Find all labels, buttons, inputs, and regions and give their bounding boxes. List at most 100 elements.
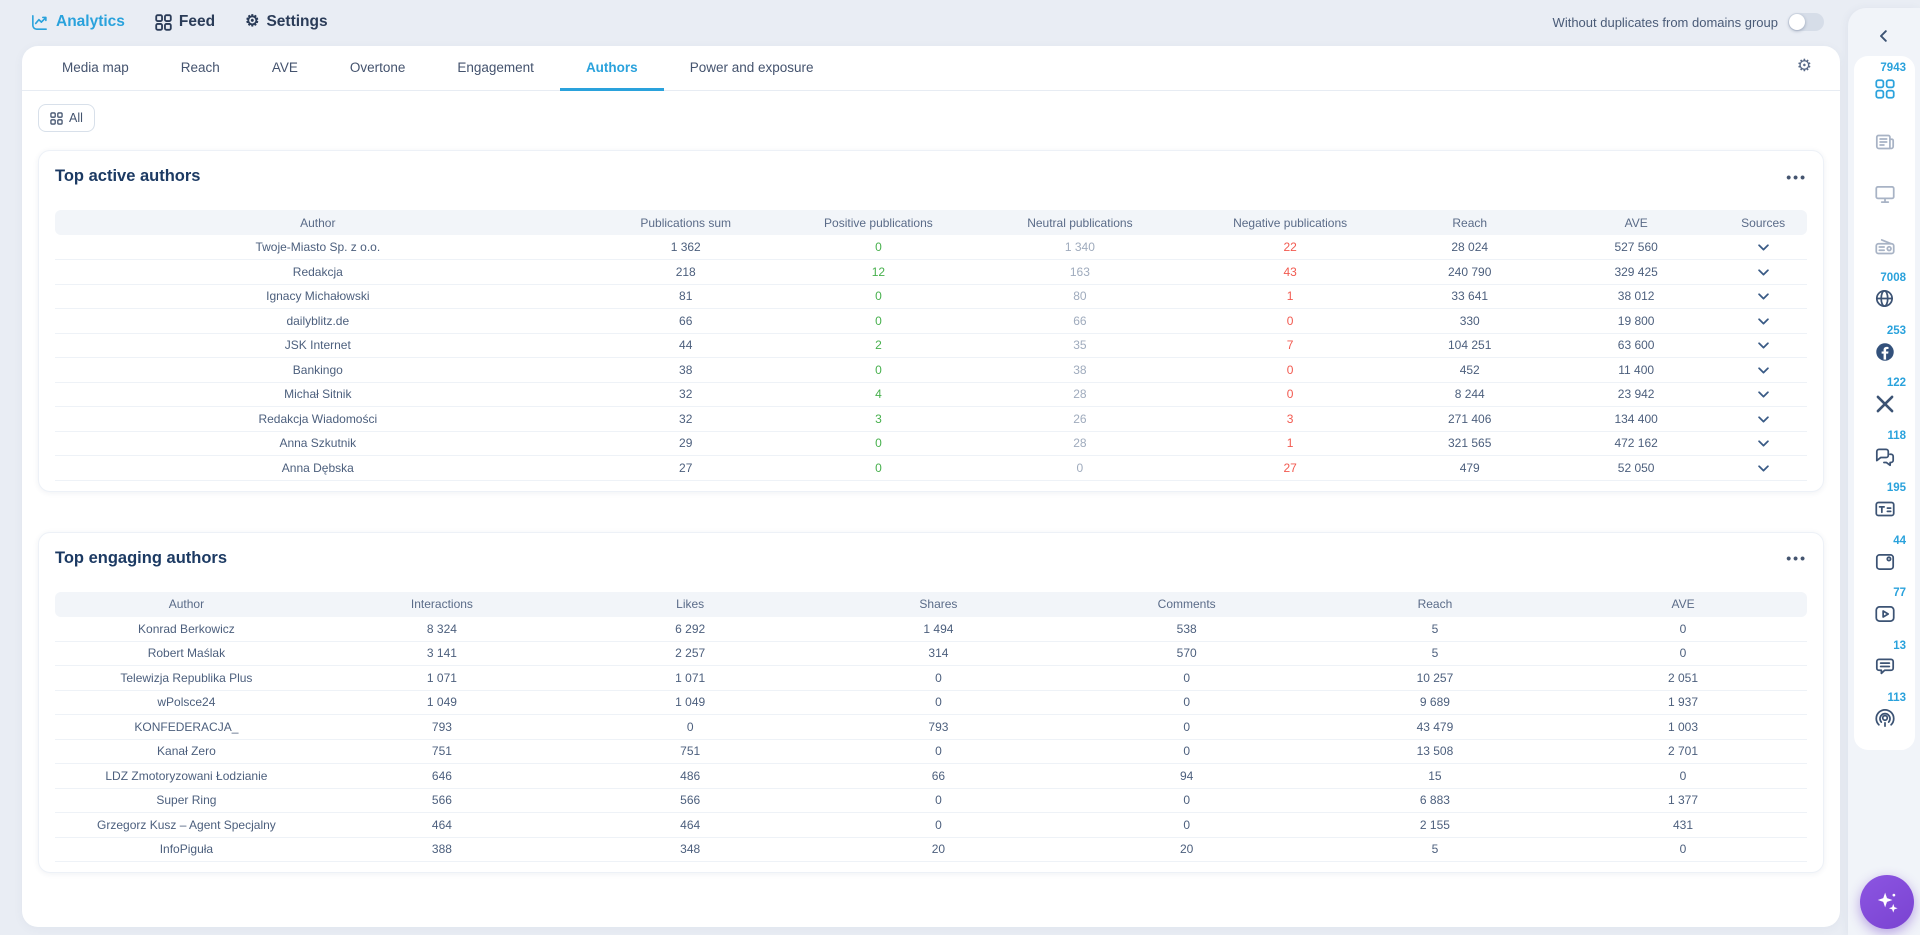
author-cell: Ignacy Michałowski [55,284,581,309]
value-cell: 0 [1062,788,1311,813]
report-settings-icon[interactable]: ⚙ [1797,56,1812,76]
sparkles-icon [1877,892,1898,913]
filter-all-label: All [69,111,83,125]
sources-expand-button[interactable] [1719,259,1807,285]
value-cell: 0 [566,714,815,740]
chevron-left-icon [1880,30,1887,42]
sources-expand-button[interactable] [1719,235,1807,260]
nav-item-feed[interactable]: Feed [155,13,215,31]
value-cell: 472 162 [1552,431,1720,456]
table-row: Ignacy Michałowski 81 0 80 1 33 641 38 012 [55,284,1807,309]
source-filter-podcasts[interactable]: 113 [1854,691,1915,744]
x-icon [1872,391,1898,417]
value-cell: 0 [1559,837,1807,862]
tab-engagement[interactable]: Engagement [431,46,560,91]
column-header: Positive publications [790,210,967,235]
value-cell: 1 937 [1559,690,1807,715]
tab-media-map[interactable]: Media map [36,46,155,91]
source-filter-internet[interactable]: 7008 [1854,271,1915,324]
value-cell: 5 [1310,837,1560,862]
ai-assistant-fab[interactable] [1860,875,1914,929]
source-filter-x-twitter[interactable]: 122 [1854,376,1915,429]
value-cell: 26 [966,406,1194,432]
value-cell: 35 [966,333,1194,358]
sources-expand-button[interactable] [1719,284,1807,309]
sources-expand-button[interactable] [1719,333,1807,358]
source-filter-radio[interactable] [1854,219,1915,272]
grid-icon [155,13,172,31]
tab-overtone[interactable]: Overtone [324,46,432,91]
sources-expand-button[interactable] [1719,308,1807,334]
nav-item-analytics[interactable]: Analytics [30,13,125,32]
tab-power-and-exposure[interactable]: Power and exposure [664,46,840,91]
source-count-badge: 44 [1893,534,1906,547]
table-header-row: Author Interactions Likes Shares Comments Rea… [55,591,1807,617]
source-filter-articles[interactable]: 195 [1854,481,1915,534]
column-header: Reach [1310,591,1560,617]
value-cell: 0 [790,455,967,481]
sources-expand-button[interactable] [1719,455,1807,481]
column-header: Sources [1719,210,1807,235]
newspaper-icon [1872,129,1898,155]
value-cell: 33 641 [1386,284,1553,309]
duplicates-toggle[interactable] [1788,13,1824,31]
source-filter-tv[interactable] [1854,166,1915,219]
tab-reach[interactable]: Reach [155,46,246,91]
value-cell: 0 [814,665,1063,691]
collapse-rail-button[interactable] [1848,24,1920,48]
value-cell: 32 [580,406,791,432]
value-cell: 12 [790,259,967,285]
author-cell: Redakcja Wiadomości [55,406,581,432]
value-cell: 0 [790,235,967,260]
value-cell: 1 049 [566,690,815,715]
value-cell: 28 [966,431,1194,456]
value-cell: 81 [580,284,791,309]
source-count-badge: 77 [1893,587,1906,599]
author-cell: LDZ Zmotoryzowani Łodzianie [55,763,318,789]
source-filter-all-sources[interactable]: 7943 [1854,61,1915,114]
source-count-badge: 7008 [1880,272,1906,284]
value-cell: 27 [580,455,791,481]
value-cell: 1 071 [317,665,567,691]
author-cell: Telewizja Republika Plus [55,665,318,691]
filter-all-button[interactable]: All [38,104,95,132]
source-filter-facebook[interactable]: 253 [1854,324,1915,377]
ellipsis-icon[interactable]: ••• [1786,170,1807,184]
value-cell: 2 701 [1559,739,1807,764]
value-cell: 0 [1062,739,1311,764]
source-count-badge: 253 [1886,324,1906,337]
gear-icon: ⚙ [245,13,260,30]
tab-ave[interactable]: AVE [246,46,324,91]
source-filter-press[interactable] [1854,114,1915,167]
value-cell: 13 508 [1310,739,1560,764]
sources-expand-button[interactable] [1719,431,1807,456]
source-filter-videos[interactable]: 77 [1854,586,1915,639]
tab-authors[interactable]: Authors [559,46,664,91]
sources-expand-button[interactable] [1719,357,1807,383]
sources-expand-button[interactable] [1719,406,1807,432]
value-cell: 3 [790,406,967,432]
monitor-icon [1872,181,1898,207]
value-cell: 9 689 [1310,690,1560,715]
video-icon [1872,601,1898,627]
nav-item-settings[interactable]: ⚙ Settings [245,13,328,31]
ellipsis-icon[interactable]: ••• [1786,551,1807,565]
value-cell: 348 [566,837,815,862]
sources-expand-button[interactable] [1719,382,1807,407]
value-cell: 19 800 [1552,308,1720,334]
author-cell: Konrad Berkowicz [55,616,318,642]
value-cell: 464 [317,812,567,838]
author-cell: JSK Internet [55,333,581,358]
value-cell: 0 [814,812,1063,838]
source-filter-comments[interactable]: 13 [1854,639,1915,692]
source-count-badge [1906,114,1915,129]
value-cell: 23 942 [1552,382,1720,407]
value-cell: 0 [1559,616,1807,642]
column-header: AVE [1552,210,1720,235]
value-cell: 452 [1386,357,1553,383]
value-cell: 751 [566,739,815,764]
source-filter-social-chat[interactable]: 118 [1854,429,1915,482]
source-filter-images[interactable]: 44 [1854,534,1915,587]
sources-rail: 7943 7008 253 122 118 195 44 77 13 113 [1848,8,1920,935]
value-cell: 330 [1386,308,1553,334]
